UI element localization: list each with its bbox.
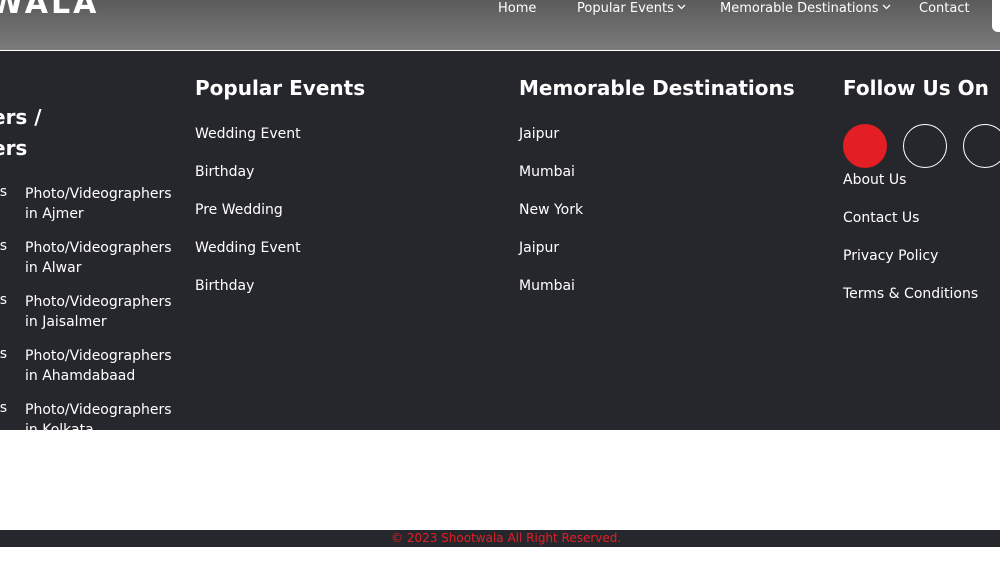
footer-link-contact-us[interactable]: Contact Us <box>843 210 919 226</box>
destination-link-mumbai[interactable]: Mumbai <box>519 164 575 180</box>
brand-logo[interactable]: WALA <box>0 0 99 21</box>
nav-home-label: Home <box>498 1 537 16</box>
social-icon[interactable] <box>843 124 887 168</box>
photographer-link-line2: in Ahamdabaad <box>25 368 136 384</box>
popular-events-title: Popular Events <box>195 76 366 100</box>
photographers-column-title-line2: ers <box>0 136 28 160</box>
social-icon[interactable] <box>903 124 947 168</box>
nav-contact-label: Contact <box>919 1 970 16</box>
event-link-birthday[interactable]: Birthday <box>195 278 254 294</box>
nav-cta-button-edge[interactable] <box>992 0 1000 32</box>
nav-popular-events-label: Popular Events <box>577 1 674 16</box>
photographer-link-ajmer[interactable]: Photo/Videographers in Ajmer <box>25 184 185 224</box>
photographer-link-line2: in Kolkata <box>25 422 94 430</box>
event-link-birthday[interactable]: Birthday <box>195 164 254 180</box>
nav-home[interactable]: Home <box>498 1 536 16</box>
cut-off-label: rs <box>0 238 8 254</box>
memorable-destinations-title: Memorable Destinations <box>519 76 795 100</box>
photographer-link-jaisalmer[interactable]: Photo/Videographers in Jaisalmer <box>25 292 185 332</box>
nav-contact[interactable]: Contact <box>919 1 970 16</box>
chevron-down-icon <box>882 4 890 10</box>
photographer-link-line2: in Jaisalmer <box>25 314 107 330</box>
nav-memorable-destinations-label: Memorable Destinations <box>720 1 879 16</box>
footer-link-about-us[interactable]: About Us <box>843 172 906 188</box>
nav-memorable-destinations[interactable]: Memorable Destinations <box>720 1 891 16</box>
photographer-link-ahamdabaad[interactable]: Photo/Videographers in Ahamdabaad <box>25 346 185 386</box>
photographer-link-kolkata[interactable]: Photo/Videographers in Kolkata <box>25 400 185 430</box>
destination-link-mumbai[interactable]: Mumbai <box>519 278 575 294</box>
cut-off-label: rs <box>0 292 8 308</box>
top-navbar: WALA Home Popular Events Memorable Desti… <box>0 0 1000 50</box>
photographer-link-alwar[interactable]: Photo/Videographers in Alwar <box>25 238 185 278</box>
photographer-link-line1: Photo/Videographers <box>25 240 172 256</box>
footer-link-privacy-policy[interactable]: Privacy Policy <box>843 248 938 264</box>
event-link-pre-wedding[interactable]: Pre Wedding <box>195 202 283 218</box>
chevron-down-icon <box>677 4 686 10</box>
photographer-link-line1: Photo/Videographers <box>25 348 172 364</box>
nav-popular-events[interactable]: Popular Events <box>577 1 686 16</box>
photographer-link-line2: in Ajmer <box>25 206 84 222</box>
cut-off-label: rs <box>0 346 8 362</box>
event-link-wedding-event[interactable]: Wedding Event <box>195 240 301 256</box>
photographers-column-title-line1: ers / <box>0 105 42 129</box>
destination-link-jaipur[interactable]: Jaipur <box>519 240 559 256</box>
cut-off-label: rs <box>0 184 8 200</box>
cut-off-label: rs <box>0 400 8 416</box>
event-link-wedding-event[interactable]: Wedding Event <box>195 126 301 142</box>
footer-link-terms-conditions[interactable]: Terms & Conditions <box>843 286 978 302</box>
destination-link-new-york[interactable]: New York <box>519 202 583 218</box>
photographer-link-line1: Photo/Videographers <box>25 186 172 202</box>
social-icon[interactable] <box>963 124 1000 168</box>
copyright-text: © 2023 Shootwala All Right Reserved. <box>391 531 622 545</box>
photographer-link-line1: Photo/Videographers <box>25 402 172 418</box>
destination-link-jaipur[interactable]: Jaipur <box>519 126 559 142</box>
photographer-link-line1: Photo/Videographers <box>25 294 172 310</box>
copyright-bar: © 2023 Shootwala All Right Reserved. <box>0 530 1000 547</box>
photographer-link-line2: in Alwar <box>25 260 82 276</box>
site-footer: ers / ers rs Photo/Videographers in Ajme… <box>0 51 1000 430</box>
follow-us-title: Follow Us On <box>843 76 989 100</box>
